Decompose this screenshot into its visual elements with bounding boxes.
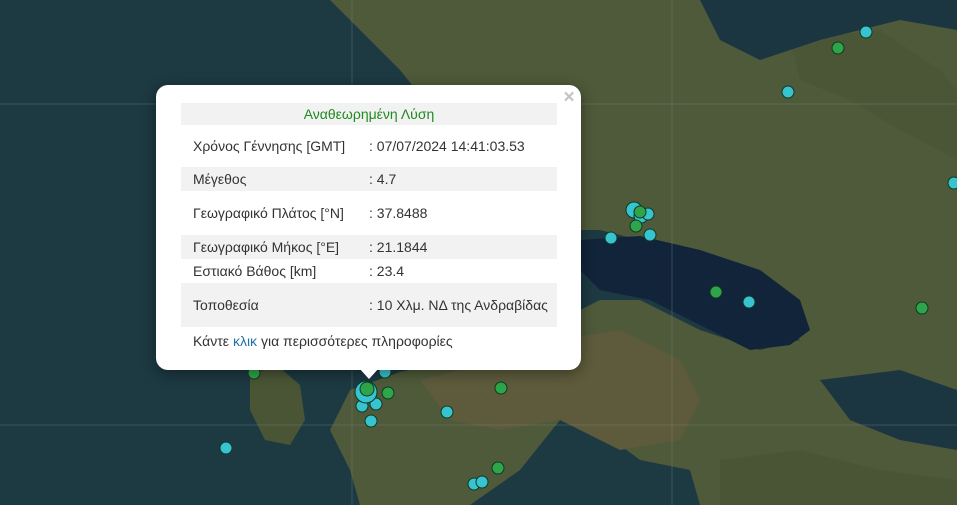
info-row-depth: Εστιακό Βάθος [km] : 23.4 bbox=[181, 259, 557, 283]
earthquake-marker[interactable] bbox=[643, 228, 657, 242]
earthquake-marker[interactable] bbox=[947, 176, 957, 190]
earthquake-marker[interactable] bbox=[742, 295, 756, 309]
info-label: Τοποθεσία bbox=[181, 283, 367, 327]
popup-title-row: Αναθεωρημένη Λύση bbox=[181, 103, 557, 125]
earthquake-marker[interactable] bbox=[440, 405, 454, 419]
earthquake-marker[interactable] bbox=[381, 386, 395, 400]
info-value: : 4.7 bbox=[367, 167, 557, 191]
info-row-longitude: Γεωγραφικό Μήκος [°E] : 21.1844 bbox=[181, 235, 557, 259]
info-value: : 37.8488 bbox=[369, 205, 428, 221]
earthquake-marker[interactable] bbox=[364, 414, 378, 428]
info-label: Εστιακό Βάθος [km] bbox=[193, 263, 317, 279]
earthquake-marker[interactable] bbox=[359, 381, 375, 397]
info-row-magnitude: Μέγεθος : 4.7 bbox=[181, 167, 557, 191]
info-label: Γεωγραφικό Μήκος [°E] bbox=[181, 235, 367, 259]
info-label: Χρόνος Γέννησης [GMT] bbox=[193, 138, 346, 154]
info-row-location: Τοποθεσία : 10 Χλμ. ΝΔ της Ανδραβίδας bbox=[181, 283, 557, 327]
earthquake-marker[interactable] bbox=[633, 205, 647, 219]
more-info-prefix: Κάντε bbox=[193, 333, 230, 349]
earthquake-marker[interactable] bbox=[219, 441, 233, 455]
earthquake-marker[interactable] bbox=[709, 285, 723, 299]
info-row-origin-time: Χρόνος Γέννησης [GMT] : 07/07/2024 14:41… bbox=[181, 125, 557, 167]
earthquake-marker[interactable] bbox=[859, 25, 873, 39]
info-value: : 21.1844 bbox=[367, 235, 557, 259]
earthquake-marker[interactable] bbox=[494, 381, 508, 395]
earthquake-marker[interactable] bbox=[831, 41, 845, 55]
info-label: Γεωγραφικό Πλάτος [°N] bbox=[193, 205, 344, 221]
info-value: : 07/07/2024 14:41:03.53 bbox=[369, 138, 525, 154]
more-info-suffix: για περισσότερες πληροφορίες bbox=[260, 333, 453, 349]
earthquake-marker[interactable] bbox=[915, 301, 929, 315]
close-popup-button[interactable]: × bbox=[561, 88, 577, 107]
earthquake-info-table: Αναθεωρημένη Λύση Χρόνος Γέννησης [GMT] … bbox=[181, 103, 557, 327]
popup-title: Αναθεωρημένη Λύση bbox=[181, 103, 557, 125]
info-label: Μέγεθος bbox=[181, 167, 367, 191]
earthquake-marker[interactable] bbox=[604, 231, 618, 245]
info-value: : 10 Χλμ. ΝΔ της Ανδραβίδας bbox=[367, 283, 557, 327]
info-value: : 23.4 bbox=[369, 263, 405, 279]
info-row-latitude: Γεωγραφικό Πλάτος [°N] : 37.8488 bbox=[181, 191, 557, 235]
more-info-link[interactable]: κλικ bbox=[233, 333, 257, 349]
earthquake-marker[interactable] bbox=[781, 85, 795, 99]
more-info-line: Κάντε κλικ για περισσότερες πληροφορίες bbox=[193, 333, 453, 349]
earthquake-marker[interactable] bbox=[491, 461, 505, 475]
popup-pointer bbox=[359, 368, 379, 379]
earthquake-marker[interactable] bbox=[475, 475, 489, 489]
earthquake-marker[interactable] bbox=[629, 219, 643, 233]
